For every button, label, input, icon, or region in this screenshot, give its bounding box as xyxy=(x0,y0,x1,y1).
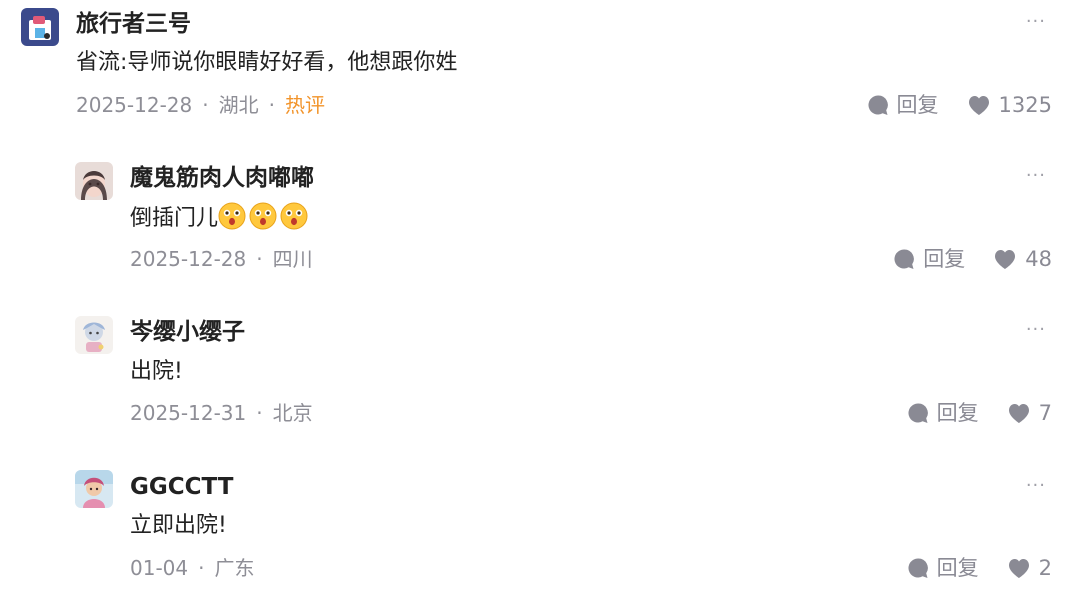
comment-actions: 回复 2 xyxy=(907,555,1052,581)
comment-author[interactable]: GGCCTT xyxy=(130,473,233,501)
heart-icon xyxy=(1008,404,1029,423)
avatar[interactable] xyxy=(21,8,59,46)
more-icon[interactable]: ··· xyxy=(1026,166,1046,186)
meta-separator: · xyxy=(198,556,205,580)
chat-bubble-icon xyxy=(908,403,928,423)
surprised-face-emoji xyxy=(218,202,246,230)
reply-label: 回复 xyxy=(936,556,979,580)
reply-label: 回复 xyxy=(923,247,966,271)
reply-button[interactable]: 回复 xyxy=(907,555,979,581)
comment-text: 省流:导师说你眼睛好好看，他想跟你姓 xyxy=(76,50,458,75)
more-icon[interactable]: ··· xyxy=(1026,476,1046,496)
reply-label: 回复 xyxy=(936,401,979,425)
like-count: 2 xyxy=(1038,556,1052,580)
comment-meta: 01-04 · 广东 xyxy=(130,555,254,581)
heart-icon xyxy=(995,250,1016,269)
like-button[interactable]: 2 xyxy=(1007,555,1052,581)
comment-text: 出院! xyxy=(130,359,183,384)
avatar[interactable] xyxy=(75,162,113,200)
meta-separator: · xyxy=(202,93,209,117)
chat-bubble-icon xyxy=(868,95,888,115)
more-icon[interactable]: ··· xyxy=(1026,320,1046,340)
reply-label: 回复 xyxy=(896,93,939,117)
meta-separator: · xyxy=(256,401,263,425)
comment-date: 2025-12-31 xyxy=(130,401,247,425)
comment-date: 01-04 xyxy=(130,556,189,580)
meta-separator: · xyxy=(256,247,263,271)
comment-location: 四川 xyxy=(272,247,313,271)
comment-location: 北京 xyxy=(272,401,313,425)
chat-bubble-icon xyxy=(908,558,928,578)
like-button[interactable]: 7 xyxy=(1007,400,1052,426)
comment-author[interactable]: 岑缨小缨子 xyxy=(130,318,245,346)
meta-separator: · xyxy=(268,93,275,117)
reply-button[interactable]: 回复 xyxy=(893,246,965,272)
comment-meta: 2025-12-31 · 北京 xyxy=(130,400,313,426)
comment-meta: 2025-12-28 · 四川 xyxy=(130,246,313,272)
heart-icon xyxy=(1008,559,1029,578)
like-count: 48 xyxy=(1025,247,1052,271)
comment-date: 2025-12-28 xyxy=(76,93,193,117)
comment-author[interactable]: 旅行者三号 xyxy=(76,10,191,38)
avatar[interactable] xyxy=(75,470,113,508)
comment-text-row: 倒插门儿 xyxy=(130,202,311,234)
reply-button[interactable]: 回复 xyxy=(907,400,979,426)
more-icon[interactable]: ··· xyxy=(1026,12,1046,32)
comment-location: 广东 xyxy=(214,556,255,580)
hot-comment-tag: 热评 xyxy=(284,93,325,117)
comment-actions: 回复 48 xyxy=(893,246,1052,272)
avatar[interactable] xyxy=(75,316,113,354)
heart-icon xyxy=(968,96,989,115)
chat-bubble-icon xyxy=(894,249,915,269)
reply-button[interactable]: 回复 xyxy=(867,92,939,118)
comment-actions: 回复 1325 xyxy=(867,92,1052,118)
like-button[interactable]: 48 xyxy=(993,246,1052,272)
comment-author[interactable]: 魔鬼筋肉人肉嘟嘟 xyxy=(130,164,314,192)
like-count: 1325 xyxy=(998,93,1052,117)
comment-location: 湖北 xyxy=(218,93,259,117)
comment-meta: 2025-12-28 · 湖北 · 热评 xyxy=(76,92,325,118)
comment-text: 立即出院! xyxy=(130,513,227,538)
comment-text: 倒插门儿 xyxy=(130,206,219,231)
surprised-face-emoji xyxy=(280,202,308,230)
surprised-face-emoji xyxy=(249,202,277,230)
comment-actions: 回复 7 xyxy=(907,400,1052,426)
like-count: 7 xyxy=(1038,401,1052,425)
comment-date: 2025-12-28 xyxy=(130,247,247,271)
like-button[interactable]: 1325 xyxy=(967,92,1052,118)
